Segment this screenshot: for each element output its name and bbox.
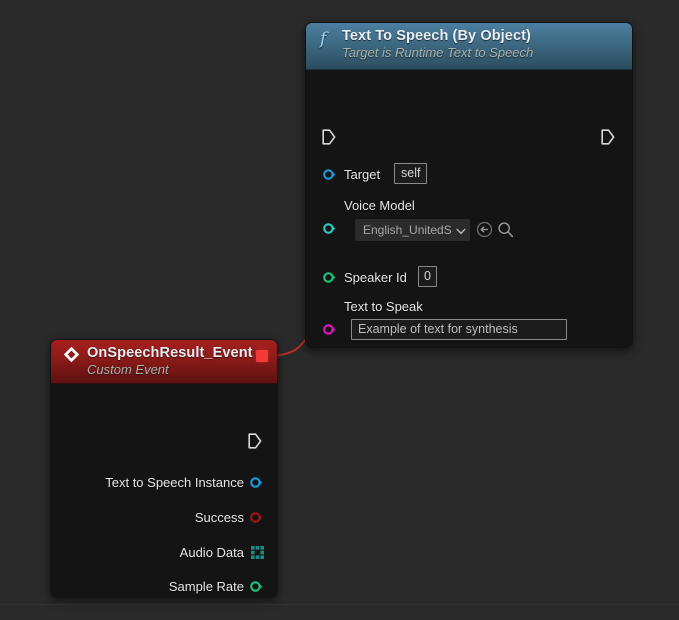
speaker-id-value-box[interactable]: 0 [418, 266, 437, 287]
canvas-bottom-divider [0, 604, 679, 605]
voice-model-dropdown[interactable]: English_UnitedS [355, 219, 470, 241]
text-to-speak-pin-icon[interactable] [323, 323, 336, 336]
pin-label-success: Success [195, 510, 244, 525]
blueprint-graph-canvas[interactable]: 𝑓 Text To Speech (By Object) Target is R… [0, 0, 679, 620]
speaker-id-pin-icon[interactable] [323, 271, 336, 284]
audio-data-array-pin-icon[interactable] [251, 546, 264, 559]
exec-output-pin[interactable] [601, 129, 615, 145]
pin-label-speaker-id: Speaker Id [344, 270, 407, 285]
pin-label-sample-rate: Sample Rate [169, 579, 244, 594]
voice-model-pin-icon[interactable] [323, 222, 336, 235]
pin-label-audio-data: Audio Data [180, 545, 244, 560]
search-icon[interactable] [497, 221, 514, 238]
node-subtitle: Target is Runtime Text to Speech [342, 45, 622, 61]
event-node-header[interactable]: OnSpeechResult_Event Custom Event [51, 340, 277, 384]
browse-back-arrow-icon[interactable] [476, 221, 493, 238]
pin-label-target: Target [344, 167, 380, 182]
node-header[interactable]: 𝑓 Text To Speech (By Object) Target is R… [306, 23, 632, 70]
event-node-subtitle: Custom Event [87, 362, 267, 378]
chevron-down-icon [455, 224, 467, 236]
function-f-icon: 𝑓 [320, 29, 336, 49]
node-title: Text To Speech (By Object) [342, 28, 622, 45]
text-to-speak-input[interactable]: Example of text for synthesis [351, 319, 567, 340]
target-value-box[interactable]: self [394, 163, 427, 184]
text-to-speech-instance-pin-icon[interactable] [250, 476, 263, 489]
event-node-title: OnSpeechResult_Event [87, 345, 267, 362]
node-on-speech-result-event[interactable]: OnSpeechResult_Event Custom Event Text t… [50, 339, 278, 598]
voice-model-dropdown-value: English_UnitedS [363, 223, 452, 237]
event-diamond-icon [63, 346, 80, 363]
sample-rate-pin-icon[interactable] [250, 580, 263, 593]
pin-label-voice-model: Voice Model [344, 198, 415, 213]
exec-input-pin[interactable] [322, 129, 336, 145]
pin-label-text-to-speak: Text to Speak [344, 299, 423, 314]
node-text-to-speech-by-object[interactable]: 𝑓 Text To Speech (By Object) Target is R… [305, 22, 633, 348]
event-exec-output-pin[interactable] [248, 433, 262, 449]
success-pin-icon[interactable] [250, 511, 263, 524]
target-pin-icon[interactable] [323, 168, 336, 181]
pin-label-text-to-speech-instance: Text to Speech Instance [105, 475, 244, 490]
event-node-body: Text to Speech Instance Success [51, 384, 277, 598]
event-delegate-input-pin[interactable] [256, 350, 268, 362]
node-body: Target self Voice Model English_UnitedS [306, 70, 632, 348]
